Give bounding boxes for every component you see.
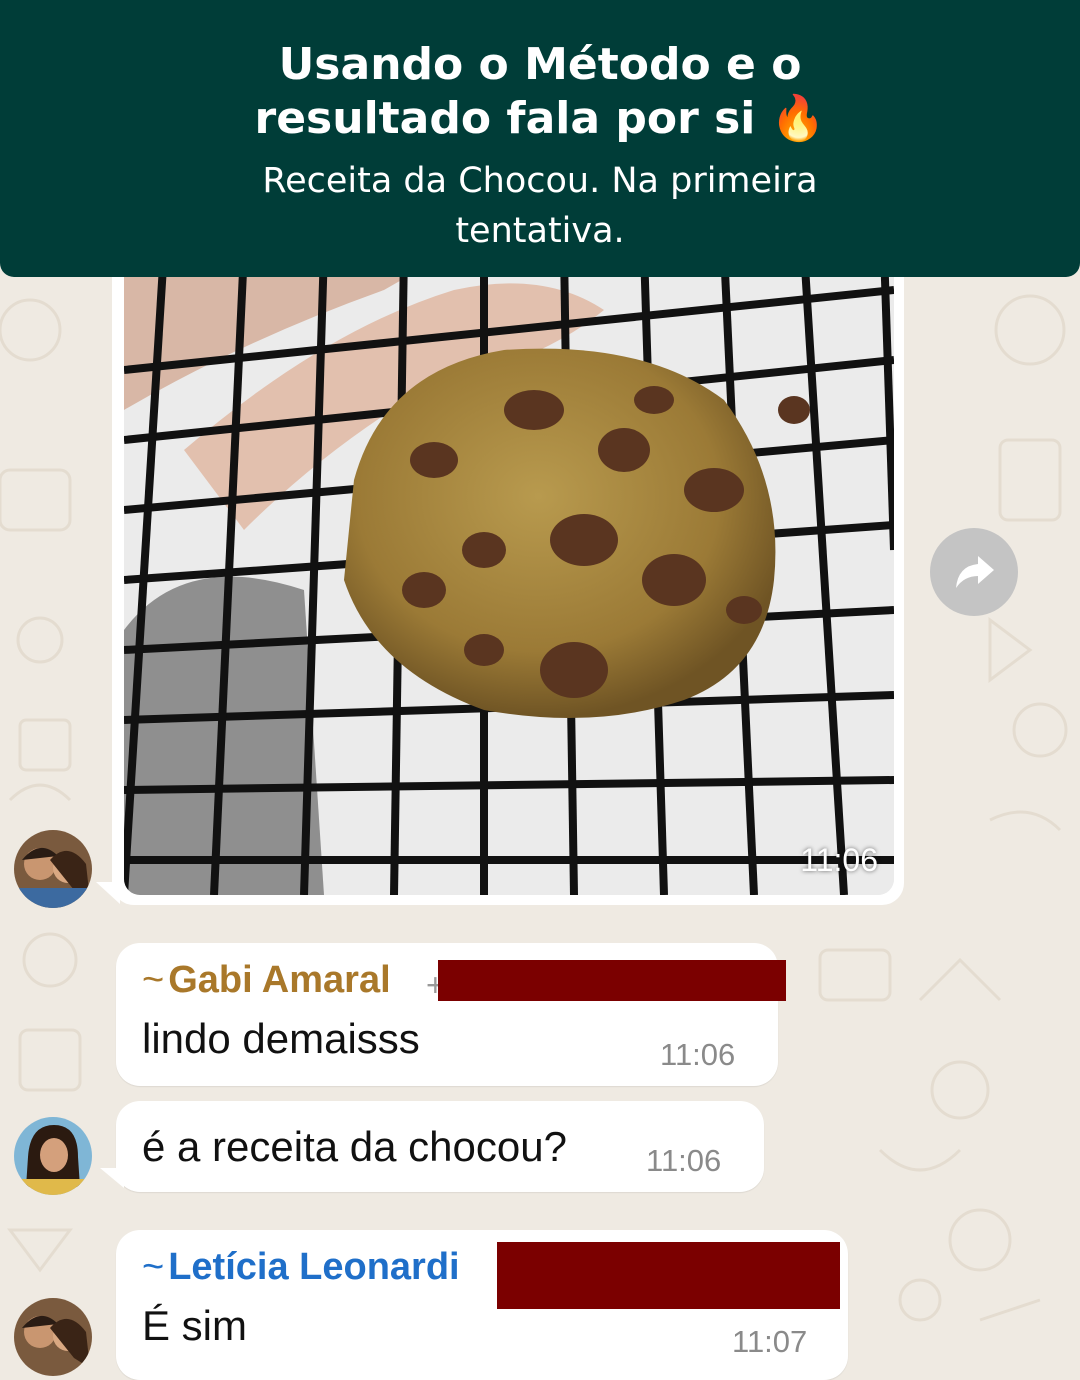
forward-arrow-icon [956,556,994,588]
message-timestamp: 11:06 [646,1143,722,1178]
message-text: lindo demaisss [142,1015,420,1062]
message-text: É sim [142,1302,247,1349]
banner-title: Usando o Método e o resultado fala por s… [254,39,826,144]
sender-name[interactable]: ~ Gabi Amaral [142,959,391,1002]
couple-avatar-image [14,830,92,908]
sender-prefix: ~ [142,959,165,1001]
sender-prefix: ~ [142,1246,165,1288]
message-timestamp: 11:06 [660,1037,736,1072]
redacted-phone-number [438,960,786,1001]
sender-name[interactable]: ~ Letícia Leonardi [142,1246,460,1289]
forward-button[interactable] [930,528,1018,616]
bubble-tail [100,1168,124,1188]
image-timestamp: 11:06 [800,842,878,878]
message-bubble[interactable]: é a receita da chocou? 11:06 [116,1101,764,1192]
bubble-tail [96,882,120,904]
sender-name-text: Letícia Leonardi [168,1246,460,1288]
cookie-photo[interactable]: 11:06 [124,250,894,895]
sender-name-text: Gabi Amaral [168,959,391,1001]
couple-avatar-image [14,1298,92,1376]
banner-subtitle: Receita da Chocou. Na primeira tentativa… [262,161,818,251]
cookie-photo-graphic [124,250,894,895]
avatar[interactable] [14,830,92,908]
avatar[interactable] [14,1117,92,1195]
image-message-bubble[interactable]: 11:06 [112,250,904,905]
promo-banner: Usando o Método e o resultado fala por s… [0,0,1080,277]
redacted-phone-number [497,1242,840,1309]
message-text: é a receita da chocou? [142,1123,567,1170]
message-timestamp: 11:07 [732,1324,808,1359]
woman-avatar-image [14,1117,92,1195]
avatar[interactable] [14,1298,92,1376]
